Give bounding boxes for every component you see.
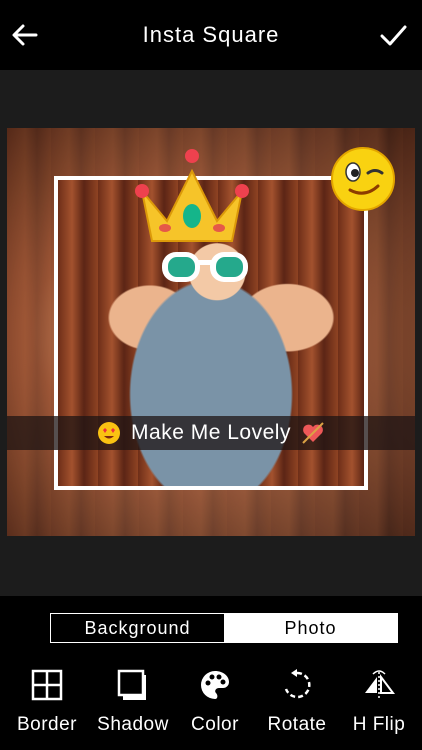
palette-icon bbox=[201, 671, 229, 699]
heart-eyes-emoji bbox=[98, 422, 121, 444]
toggle-photo[interactable]: Photo bbox=[224, 614, 397, 642]
sunglasses-sticker[interactable] bbox=[160, 248, 250, 288]
grid-icon bbox=[31, 669, 63, 701]
tool-bar: Border Shadow Color Rotate H Flip bbox=[0, 664, 422, 750]
tool-border-button[interactable]: Border bbox=[4, 664, 90, 736]
tool-border-label: Border bbox=[16, 714, 78, 735]
toggle-background[interactable]: Background bbox=[51, 614, 224, 642]
mode-toggle: Background Photo bbox=[50, 613, 398, 643]
bottom-panel: Background Photo Border Shadow Color Rot… bbox=[0, 596, 422, 750]
tool-hflip-label: H Flip bbox=[352, 714, 406, 735]
page-title: Insta Square bbox=[142, 22, 280, 47]
shadow-square-icon bbox=[117, 669, 146, 700]
tool-color-label: Color bbox=[191, 714, 239, 735]
caption-bar[interactable]: Make Me Lovely bbox=[7, 416, 415, 450]
tool-shadow-label: Shadow bbox=[97, 714, 169, 735]
rotate-icon bbox=[284, 669, 311, 699]
tool-shadow-button[interactable]: Shadow bbox=[90, 664, 176, 736]
wink-emoji-sticker[interactable] bbox=[330, 146, 396, 212]
horizontal-flip-icon bbox=[365, 670, 395, 700]
tool-color-button[interactable]: Color bbox=[172, 664, 258, 736]
caption-text: Make Me Lovely bbox=[131, 421, 291, 444]
tool-rotate-button[interactable]: Rotate bbox=[254, 664, 340, 736]
check-icon[interactable] bbox=[378, 20, 408, 50]
crown-sticker[interactable] bbox=[127, 146, 257, 246]
tool-hflip-button[interactable]: H Flip bbox=[336, 664, 422, 736]
tool-rotate-label: Rotate bbox=[267, 714, 327, 735]
arrow-heart-emoji bbox=[302, 422, 324, 444]
top-bar: Insta Square bbox=[0, 0, 422, 70]
editor-canvas[interactable]: Make Me Lovely bbox=[7, 128, 415, 536]
